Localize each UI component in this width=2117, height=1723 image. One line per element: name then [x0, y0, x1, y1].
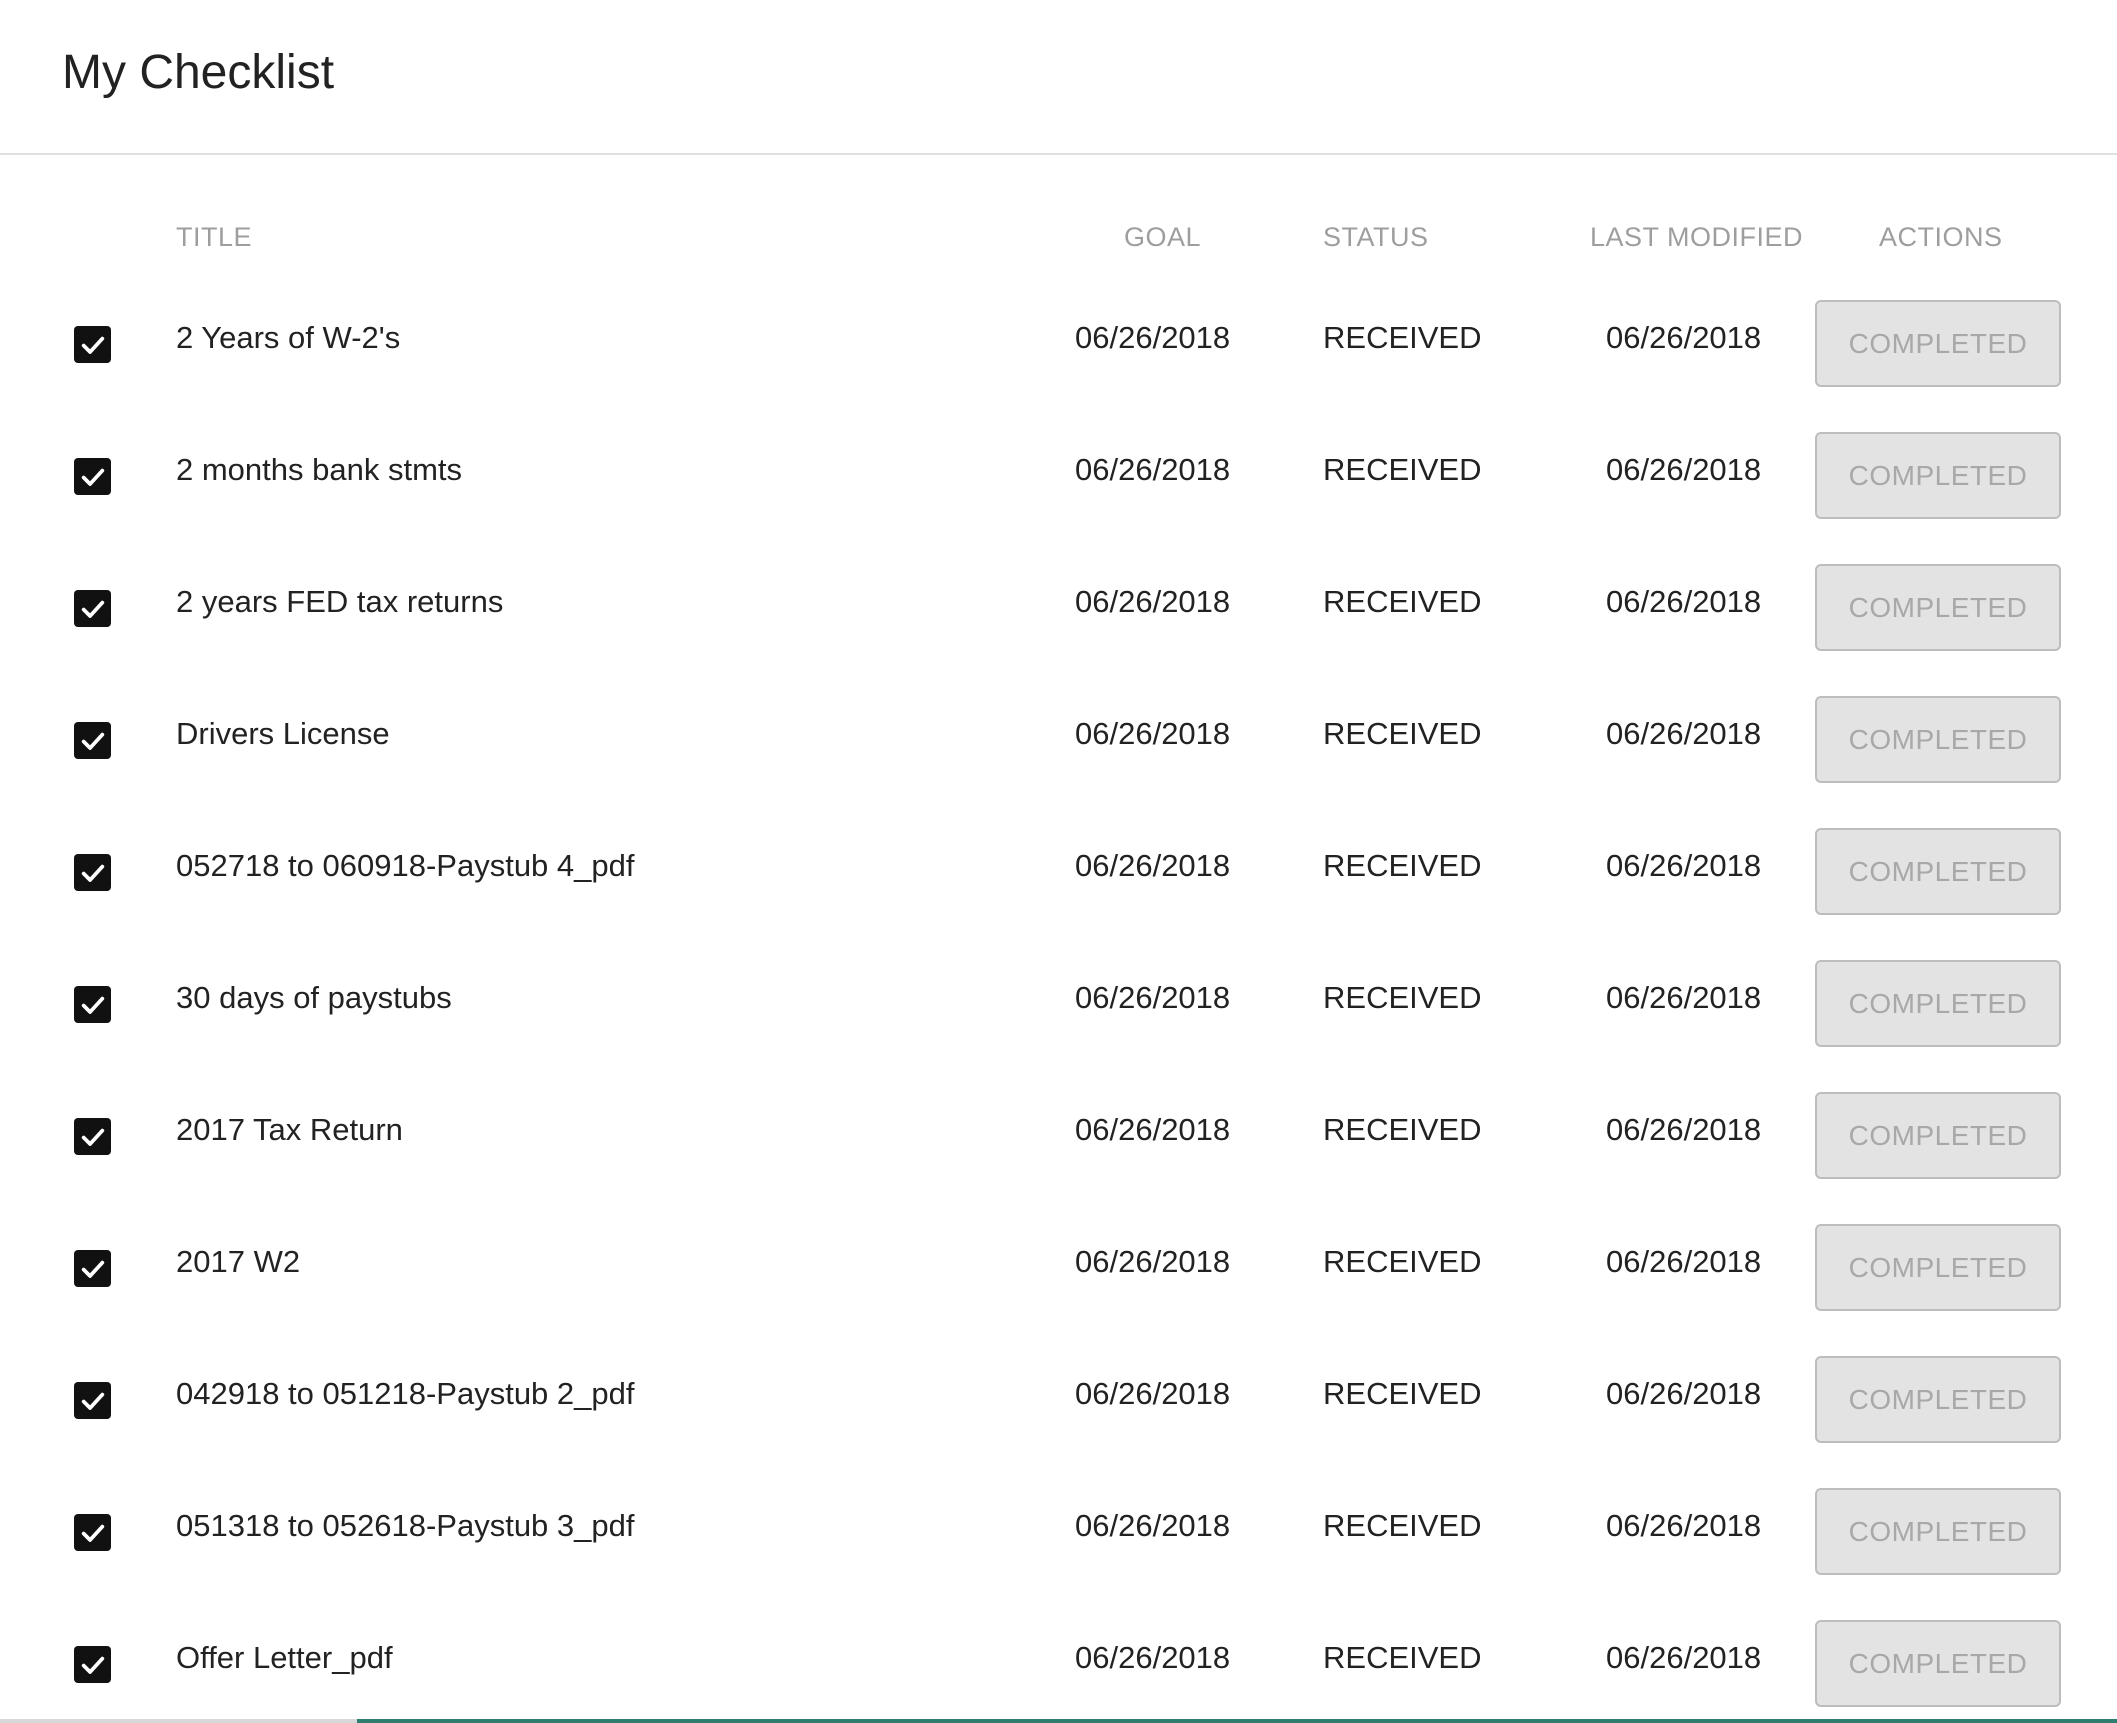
row-status: RECEIVED — [1323, 1640, 1482, 1675]
table-row: 2 years FED tax returns 06/26/2018 RECEIVE… — [0, 542, 2117, 674]
row-checkbox[interactable] — [74, 1118, 111, 1155]
row-last-modified: 06/26/2018 — [1606, 848, 1762, 883]
row-status: RECEIVED — [1323, 452, 1482, 487]
row-title: 2 months bank stmts — [176, 452, 463, 487]
row-checkbox[interactable] — [74, 1646, 111, 1683]
row-status: RECEIVED — [1323, 584, 1482, 619]
table-row: 052718 to 060918-Paystub 4_pdf 06/26/2018… — [0, 806, 2117, 938]
completed-button[interactable]: COMPLETED — [1815, 828, 2061, 915]
column-header-goal[interactable]: GOAL — [1124, 222, 1201, 253]
completed-button[interactable]: COMPLETED — [1815, 1224, 2061, 1311]
row-goal: 06/26/2018 — [1075, 848, 1231, 883]
checkmark-icon — [81, 336, 104, 354]
column-header-status[interactable]: STATUS — [1323, 222, 1429, 253]
row-checkbox[interactable] — [74, 1514, 111, 1551]
checklist-page: My Checklist TITLE GOAL STATUS LAST MODI… — [0, 0, 2117, 1723]
row-status: RECEIVED — [1323, 1376, 1482, 1411]
row-checkbox[interactable] — [74, 722, 111, 759]
page-title: My Checklist — [62, 46, 335, 99]
row-title: Drivers License — [176, 716, 390, 751]
table-row: Drivers License 06/26/2018 RECEIVED 06/26/2… — [0, 674, 2117, 806]
row-last-modified: 06/26/2018 — [1606, 1244, 1762, 1279]
row-last-modified: 06/26/2018 — [1606, 980, 1762, 1015]
completed-button[interactable]: COMPLETED — [1815, 1488, 2061, 1575]
row-goal: 06/26/2018 — [1075, 980, 1231, 1015]
row-goal: 06/26/2018 — [1075, 320, 1231, 355]
row-status: RECEIVED — [1323, 320, 1482, 355]
row-title: 2017 W2 — [176, 1244, 301, 1279]
checkmark-icon — [81, 1128, 104, 1146]
completed-button[interactable]: COMPLETED — [1815, 300, 2061, 387]
checkmark-icon — [81, 1656, 104, 1674]
completed-button[interactable]: COMPLETED — [1815, 1356, 2061, 1443]
row-goal: 06/26/2018 — [1075, 1640, 1231, 1675]
completed-button[interactable]: COMPLETED — [1815, 432, 2061, 519]
table-row: 2017 W2 06/26/2018 RECEIVED 06/26/2018 COMPL… — [0, 1202, 2117, 1334]
row-status: RECEIVED — [1323, 980, 1482, 1015]
row-last-modified: 06/26/2018 — [1606, 1376, 1762, 1411]
table-row: 042918 to 051218-Paystub 2_pdf 06/26/2018… — [0, 1334, 2117, 1466]
page-header: My Checklist — [0, 0, 2117, 155]
row-status: RECEIVED — [1323, 1112, 1482, 1147]
row-status: RECEIVED — [1323, 716, 1482, 751]
completed-button[interactable]: COMPLETED — [1815, 696, 2061, 783]
row-goal: 06/26/2018 — [1075, 1376, 1231, 1411]
completed-button[interactable]: COMPLETED — [1815, 1620, 2061, 1707]
completed-button[interactable]: COMPLETED — [1815, 1092, 2061, 1179]
row-status: RECEIVED — [1323, 1244, 1482, 1279]
row-checkbox[interactable] — [74, 854, 111, 891]
table-row: 2 Years of W-2's 06/26/2018 RECEIVED 06/26/… — [0, 278, 2117, 410]
table-row: 2017 Tax Return 06/26/2018 RECEIVED 06/26/2… — [0, 1070, 2117, 1202]
row-last-modified: 06/26/2018 — [1606, 716, 1762, 751]
row-title: 2017 Tax Return — [176, 1112, 403, 1147]
checkmark-icon — [81, 1524, 104, 1542]
row-goal: 06/26/2018 — [1075, 584, 1231, 619]
checkmark-icon — [81, 996, 104, 1014]
row-last-modified: 06/26/2018 — [1606, 1508, 1762, 1543]
checkmark-icon — [81, 1392, 104, 1410]
table-row: 2 months bank stmts 06/26/2018 RECEIVED 06/… — [0, 410, 2117, 542]
column-header-title[interactable]: TITLE — [176, 222, 252, 253]
row-goal: 06/26/2018 — [1075, 1112, 1231, 1147]
row-title: 042918 to 051218-Paystub 2_pdf — [176, 1376, 635, 1411]
column-header-last-modified[interactable]: LAST MODIFIED — [1590, 222, 1803, 253]
table-row: 051318 to 052618-Paystub 3_pdf 06/26/2018… — [0, 1466, 2117, 1598]
scroll-indicator — [357, 1719, 2117, 1723]
row-checkbox[interactable] — [74, 590, 111, 627]
row-last-modified: 06/26/2018 — [1606, 1112, 1762, 1147]
row-last-modified: 06/26/2018 — [1606, 320, 1762, 355]
checkmark-icon — [81, 600, 104, 618]
checkmark-icon — [81, 732, 104, 750]
row-checkbox[interactable] — [74, 458, 111, 495]
row-last-modified: 06/26/2018 — [1606, 1640, 1762, 1675]
row-title: 2 years FED tax returns — [176, 584, 504, 619]
row-goal: 06/26/2018 — [1075, 1508, 1231, 1543]
row-goal: 06/26/2018 — [1075, 452, 1231, 487]
row-title: 30 days of paystubs — [176, 980, 452, 1015]
row-last-modified: 06/26/2018 — [1606, 452, 1762, 487]
row-checkbox[interactable] — [74, 1382, 111, 1419]
row-checkbox[interactable] — [74, 326, 111, 363]
completed-button[interactable]: COMPLETED — [1815, 960, 2061, 1047]
row-title: 2 Years of W-2's — [176, 320, 401, 355]
row-last-modified: 06/26/2018 — [1606, 584, 1762, 619]
checkmark-icon — [81, 468, 104, 486]
row-checkbox[interactable] — [74, 986, 111, 1023]
table-row: Offer Letter_pdf 06/26/2018 RECEIVED 06/26/… — [0, 1598, 2117, 1723]
column-header-actions: ACTIONS — [1879, 222, 2003, 252]
table-row: 30 days of paystubs 06/26/2018 RECEIVED 06/… — [0, 938, 2117, 1070]
row-status: RECEIVED — [1323, 1508, 1482, 1543]
row-title: Offer Letter_pdf — [176, 1640, 393, 1675]
row-goal: 06/26/2018 — [1075, 716, 1231, 751]
completed-button[interactable]: COMPLETED — [1815, 564, 2061, 651]
row-checkbox[interactable] — [74, 1250, 111, 1287]
row-title: 051318 to 052618-Paystub 3_pdf — [176, 1508, 635, 1543]
checkmark-icon — [81, 864, 104, 882]
row-title: 052718 to 060918-Paystub 4_pdf — [176, 848, 635, 883]
row-goal: 06/26/2018 — [1075, 1244, 1231, 1279]
row-status: RECEIVED — [1323, 848, 1482, 883]
checkmark-icon — [81, 1260, 104, 1278]
